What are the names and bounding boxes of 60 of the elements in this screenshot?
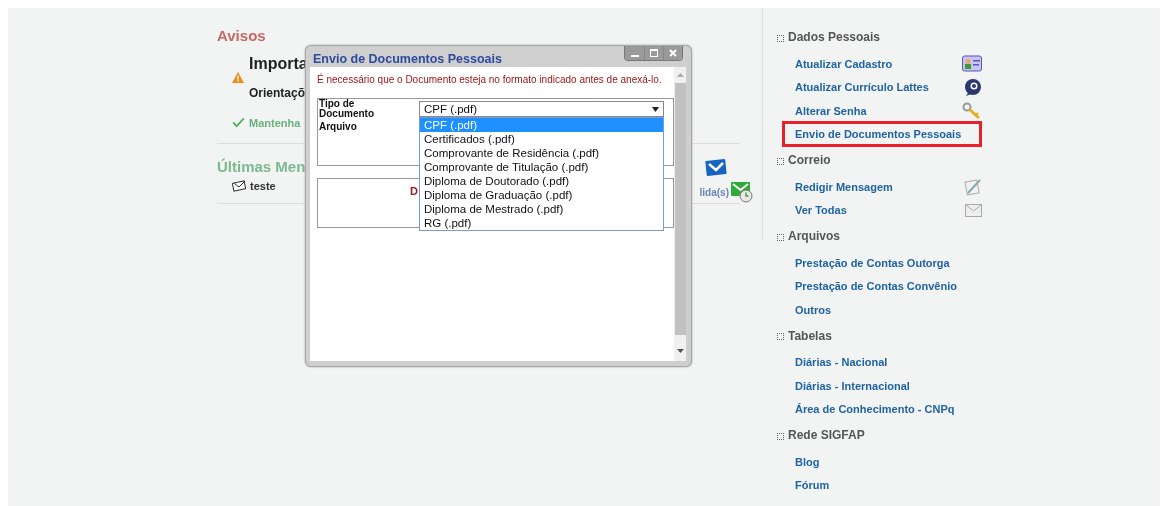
sidebar-link[interactable]: Ver Todas: [795, 204, 847, 217]
sidebar-link[interactable]: Diárias - Nacional: [795, 356, 888, 369]
status-text: Mantenha: [249, 116, 301, 131]
sidebar-link[interactable]: Atualizar Currículo Lattes: [795, 81, 929, 94]
sidebar-link[interactable]: Prestação de Contas Convênio: [795, 280, 957, 293]
sidebar-link[interactable]: Outros: [795, 303, 832, 316]
warning-icon: [232, 72, 244, 83]
dropdown-option[interactable]: RG (.pdf): [420, 216, 663, 230]
id-card-icon[interactable]: [962, 55, 982, 73]
section-heading: Dados Pessoais: [788, 30, 881, 44]
bullet-icon: [777, 233, 784, 241]
scrollbar[interactable]: [674, 67, 686, 361]
check-icon: [232, 118, 245, 128]
sidebar-link[interactable]: Área de Conhecimento - CNPq: [795, 403, 955, 416]
dropdown-option[interactable]: Comprovante de Residência (.pdf): [420, 146, 663, 160]
dropdown-option[interactable]: Diploma de Graduação (.pdf): [420, 188, 663, 202]
field-label: Tipo de Documento: [319, 99, 375, 119]
bullet-icon: [777, 34, 784, 42]
dropdown-option[interactable]: CPF (.pdf): [420, 118, 663, 132]
envelope-icon: [232, 180, 247, 192]
dropdown-option[interactable]: Diploma de Doutorado (.pdf): [420, 174, 663, 188]
envelope-icon[interactable]: [705, 158, 727, 177]
panel-label: D: [410, 185, 418, 197]
maximize-icon: [650, 49, 658, 57]
document-type-select[interactable]: CPF (.pdf): [419, 101, 664, 117]
section-heading: Correio: [788, 153, 831, 167]
sidebar-link[interactable]: Atualizar Cadastro: [795, 57, 893, 70]
caret-icon: [652, 106, 659, 112]
bullet-icon: [777, 333, 784, 340]
dropdown-option[interactable]: Certificados (.pdf): [420, 132, 663, 146]
notice-text: Orientaçõ: [249, 85, 306, 101]
section-heading: Arquivos: [788, 229, 840, 243]
section-heading: Tabelas: [788, 328, 832, 343]
close-button[interactable]: [663, 46, 682, 60]
pen-paper-icon[interactable]: [964, 177, 982, 196]
scroll-up-icon: [676, 73, 684, 77]
section-title: Avisos: [217, 27, 267, 45]
maximize-button[interactable]: [644, 46, 663, 60]
close-icon: [669, 49, 677, 57]
section-heading: Rede SIGFAP: [788, 428, 865, 442]
dialog-title: Envio de Documentos Pessoais: [312, 51, 502, 67]
sidebar-link[interactable]: Alterar Senha: [795, 104, 867, 117]
sidebar-link[interactable]: Blog: [795, 455, 820, 468]
sidebar-link[interactable]: Fórum: [795, 479, 830, 492]
read-count-label: lida(s): [699, 186, 729, 198]
sidebar-link[interactable]: Envio de Documentos Pessoais: [782, 121, 983, 148]
field-label: Arquivo: [319, 122, 358, 132]
bullet-icon: [777, 432, 784, 440]
message-subject[interactable]: teste: [250, 180, 276, 192]
envelope-clock-icon[interactable]: [730, 181, 754, 203]
sidebar-link[interactable]: Redigir Mensagem: [795, 180, 893, 193]
sidebar-link[interactable]: Diárias - Internacional: [795, 379, 910, 392]
bullet-icon: [777, 157, 784, 165]
section-title: Últimas Men: [217, 158, 306, 176]
minimize-button[interactable]: [625, 46, 644, 60]
format-warning: É necessário que o Documento esteja no formato indicado antes de anexá-lo.: [317, 73, 663, 86]
sidebar-link[interactable]: Prestação de Contas Outorga: [795, 256, 950, 269]
dropdown-option[interactable]: Diploma de Mestrado (.pdf): [420, 202, 663, 216]
dropdown-option[interactable]: Comprovante de Titulação (.pdf): [420, 160, 663, 174]
scroll-down-icon: [676, 349, 684, 353]
